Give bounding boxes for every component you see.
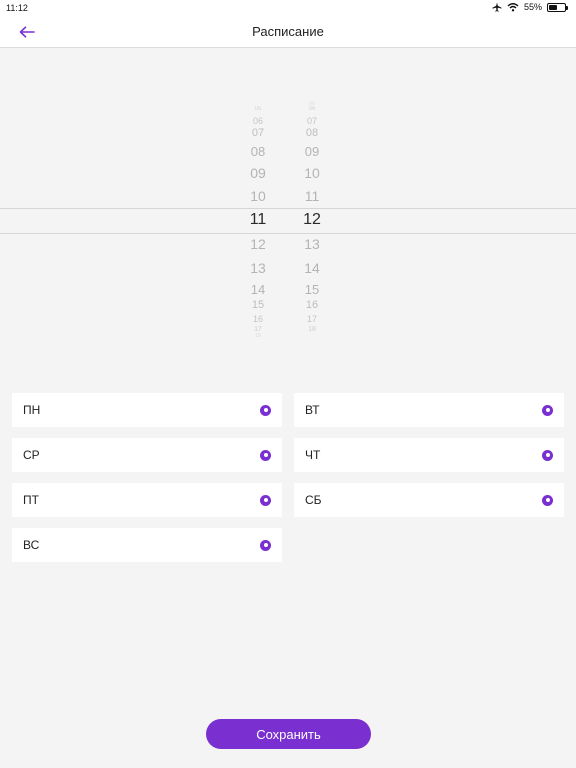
- battery-level: [549, 4, 558, 10]
- minute-option[interactable]: 17: [292, 315, 332, 324]
- day-radio-icon[interactable]: [260, 539, 271, 551]
- day-item-6[interactable]: СБ: [294, 483, 564, 517]
- day-item-7[interactable]: ВС: [12, 528, 282, 562]
- picker-selection-band: [0, 208, 576, 234]
- day-radio-icon[interactable]: [542, 404, 553, 416]
- status-indicators: 55%: [492, 2, 568, 12]
- day-label: ВС: [23, 538, 40, 552]
- status-bar: 11:12 55%: [0, 0, 576, 16]
- hour-option[interactable]: 09: [238, 166, 278, 180]
- minute-option[interactable]: 15: [292, 283, 332, 296]
- day-item-5[interactable]: ПТ: [12, 483, 282, 517]
- hour-option[interactable]: 07: [238, 128, 278, 139]
- hour-option[interactable]: 05: [238, 106, 278, 112]
- airplane-icon: [492, 2, 502, 12]
- day-item-4[interactable]: ЧТ: [294, 438, 564, 472]
- battery-icon: [547, 2, 568, 12]
- time-picker[interactable]: 05 06 07 08 09 10 11 12 13 14 15 16 17 18 06 07 08 09 10 1…: [0, 100, 576, 340]
- day-label: СБ: [305, 493, 322, 507]
- hour-option[interactable]: 13: [238, 261, 278, 275]
- minute-option[interactable]: 16: [292, 300, 332, 311]
- day-radio-icon[interactable]: [542, 449, 553, 461]
- hour-option[interactable]: 15: [238, 300, 278, 311]
- hour-option[interactable]: 06: [238, 117, 278, 126]
- day-label: ВТ: [305, 403, 320, 417]
- page-title: Расписание: [252, 24, 324, 39]
- minute-option[interactable]: 18: [292, 326, 332, 333]
- hour-option[interactable]: 18: [238, 334, 278, 339]
- hour-option[interactable]: 16: [238, 315, 278, 324]
- minute-option[interactable]: 13: [292, 237, 332, 251]
- hour-option[interactable]: 14: [238, 283, 278, 296]
- hour-option[interactable]: 10: [238, 189, 278, 203]
- day-item-2[interactable]: ВТ: [294, 393, 564, 427]
- minute-option[interactable]: 14: [292, 261, 332, 275]
- hour-wheel[interactable]: 05 06 07 08 09 10 11 12 13 14 15 16 17 18: [238, 100, 278, 340]
- minute-option[interactable]: 08: [292, 128, 332, 139]
- day-radio-icon[interactable]: [542, 494, 553, 506]
- selected-minute[interactable]: 12: [292, 212, 332, 228]
- day-label: ПН: [23, 403, 41, 417]
- battery-percent: 55%: [523, 2, 542, 12]
- hour-option[interactable]: 17: [238, 326, 278, 333]
- day-label: ЧТ: [305, 448, 321, 462]
- day-item-3[interactable]: СР: [12, 438, 282, 472]
- day-radio-icon[interactable]: [260, 449, 271, 461]
- minute-option[interactable]: 06: [292, 102, 332, 107]
- minute-option[interactable]: 07: [292, 117, 332, 126]
- minute-wheel[interactable]: 06 07 08 09 10 11 12 13 14 15 16 17 18 06: [292, 100, 332, 340]
- day-label: ПТ: [23, 493, 39, 507]
- wifi-icon: [507, 3, 519, 12]
- hour-option[interactable]: 08: [238, 145, 278, 158]
- minute-option[interactable]: 09: [292, 145, 332, 158]
- header: Расписание: [0, 16, 576, 48]
- day-radio-icon[interactable]: [260, 404, 271, 416]
- selected-hour[interactable]: 11: [238, 212, 278, 228]
- day-radio-icon[interactable]: [260, 494, 271, 506]
- status-time: 11:12: [6, 3, 28, 13]
- minute-option[interactable]: 11: [292, 189, 332, 203]
- hour-option[interactable]: 12: [238, 237, 278, 251]
- day-label: СР: [23, 448, 40, 462]
- day-item-1[interactable]: ПН: [12, 393, 282, 427]
- minute-option[interactable]: 10: [292, 166, 332, 180]
- save-button[interactable]: Сохранить: [206, 719, 371, 749]
